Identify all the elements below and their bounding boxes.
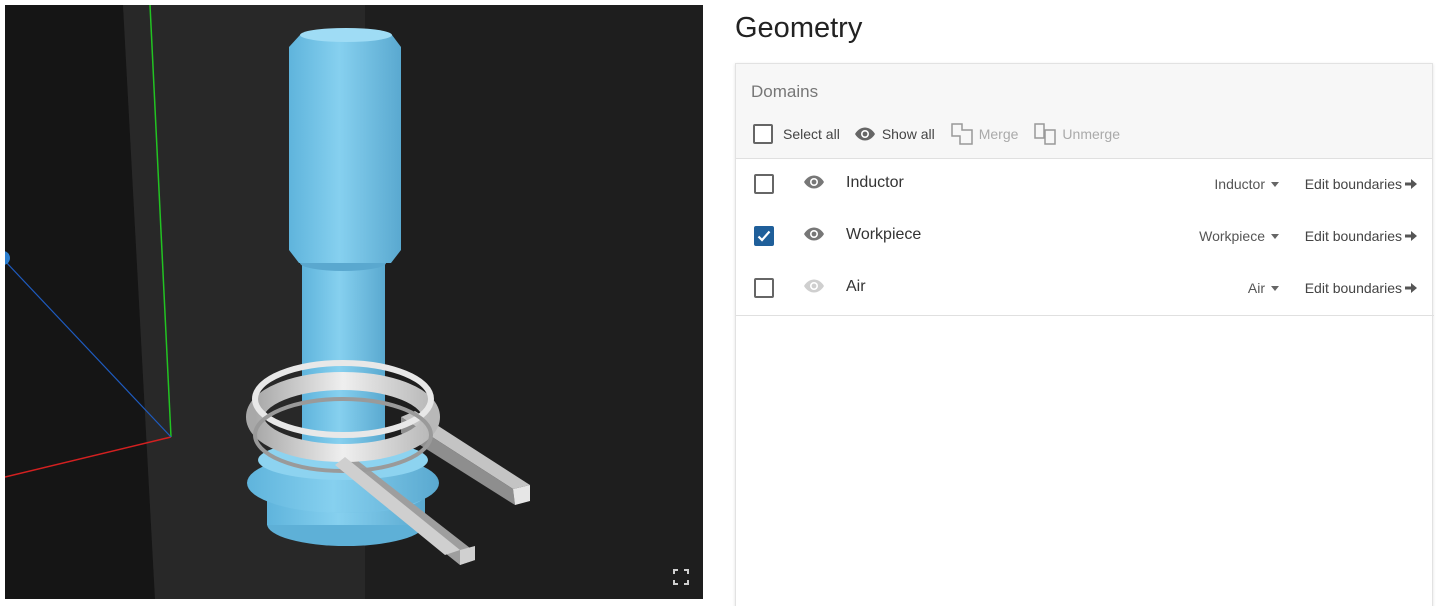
- eye-icon[interactable]: [803, 279, 825, 298]
- edit-boundaries-link[interactable]: Edit boundaries: [1305, 176, 1417, 192]
- 3d-viewport[interactable]: [5, 5, 703, 599]
- edit-boundaries-label: Edit boundaries: [1304, 176, 1402, 192]
- select-all-checkbox[interactable]: [753, 124, 773, 144]
- unmerge-icon: [1034, 123, 1057, 145]
- domain-type-dropdown[interactable]: Air: [1248, 280, 1279, 296]
- domain-type-dropdown[interactable]: Workpiece: [1199, 228, 1279, 244]
- domain-type-value: Workpiece: [1199, 228, 1265, 244]
- unmerge-button[interactable]: Unmerge: [1034, 123, 1120, 145]
- arrow-right-icon: [1405, 231, 1417, 241]
- edit-boundaries-label: Edit boundaries: [1304, 228, 1402, 244]
- domain-row-inductor[interactable]: Inductor Inductor Edit boundaries: [736, 159, 1434, 211]
- check-icon: [757, 230, 771, 242]
- domain-name: Inductor: [846, 174, 904, 191]
- merge-label: Merge: [978, 126, 1019, 142]
- domain-type-value: Air: [1247, 280, 1265, 296]
- domains-card: Domains Select all Show all Merge Unmerg…: [735, 63, 1434, 606]
- merge-button[interactable]: Merge: [950, 123, 1019, 145]
- select-all-button[interactable]: Select all: [753, 124, 840, 144]
- caret-down-icon: [1271, 181, 1279, 187]
- show-all-button[interactable]: Show all: [854, 126, 935, 142]
- domain-name: Workpiece: [846, 226, 922, 243]
- edit-boundaries-label: Edit boundaries: [1304, 280, 1402, 296]
- caret-down-icon: [1271, 285, 1279, 291]
- domain-name: Air: [846, 278, 866, 295]
- edit-boundaries-link[interactable]: Edit boundaries: [1305, 280, 1417, 296]
- geometry-panel: Geometry Domains Select all Show all Mer…: [735, 0, 1441, 606]
- domains-header: Domains Select all Show all Merge Unmerg…: [736, 64, 1432, 159]
- domains-title: Domains: [751, 82, 819, 101]
- eye-icon: [854, 127, 876, 141]
- domain-checkbox[interactable]: [754, 278, 774, 298]
- show-all-label: Show all: [881, 126, 935, 142]
- domain-row-air[interactable]: Air Air Edit boundaries: [736, 263, 1434, 315]
- arrow-right-icon: [1405, 179, 1417, 189]
- caret-down-icon: [1271, 233, 1279, 239]
- eye-icon[interactable]: [803, 175, 825, 194]
- domain-type-dropdown[interactable]: Inductor: [1214, 176, 1279, 192]
- fullscreen-icon[interactable]: [673, 569, 689, 585]
- select-all-label: Select all: [783, 126, 840, 142]
- eye-icon[interactable]: [803, 227, 825, 246]
- domain-type-value: Inductor: [1214, 176, 1265, 192]
- list-divider: [736, 315, 1434, 316]
- domain-row-workpiece[interactable]: Workpiece Workpiece Edit boundaries: [736, 211, 1434, 263]
- domain-checkbox[interactable]: [754, 174, 774, 194]
- scene-canvas[interactable]: [5, 5, 703, 599]
- edit-boundaries-link[interactable]: Edit boundaries: [1305, 228, 1417, 244]
- unmerge-label: Unmerge: [1062, 126, 1121, 142]
- domain-checkbox[interactable]: [754, 226, 774, 246]
- merge-icon: [950, 123, 973, 145]
- domains-toolbar: Select all Show all Merge Unmerge: [753, 122, 1120, 146]
- page-title: Geometry: [735, 12, 863, 44]
- arrow-right-icon: [1405, 283, 1417, 293]
